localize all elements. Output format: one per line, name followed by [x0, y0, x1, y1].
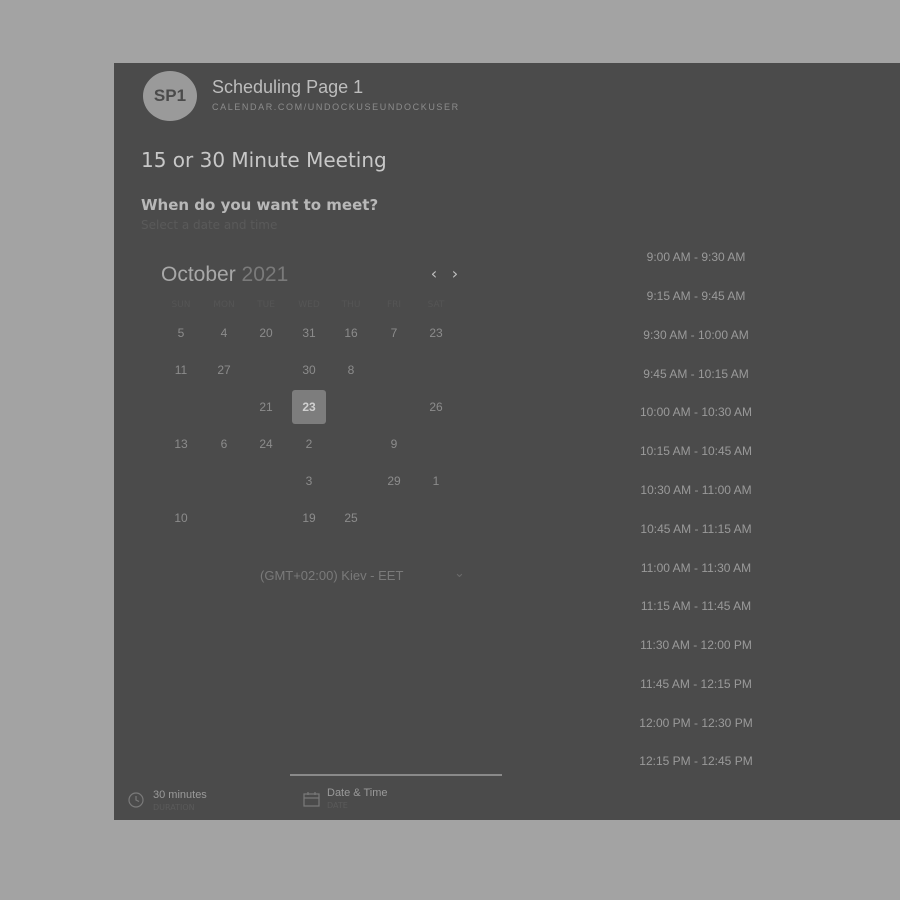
time-slot[interactable]: 10:15 AM - 10:45 AM	[626, 444, 766, 458]
weekday-thu: THU	[341, 300, 361, 310]
date-time-label: Date & Time	[327, 787, 388, 799]
weekday-sun: SUN	[171, 300, 191, 310]
time-slot[interactable]: 9:45 AM - 10:15 AM	[626, 367, 766, 381]
calendar-day[interactable]: 19	[292, 501, 326, 535]
time-slot[interactable]: 12:15 PM - 12:45 PM	[626, 754, 766, 768]
time-slot[interactable]: 10:00 AM - 10:30 AM	[626, 405, 766, 419]
time-slot[interactable]: 9:00 AM - 9:30 AM	[626, 250, 766, 264]
time-slot[interactable]: 9:30 AM - 10:00 AM	[626, 328, 766, 342]
calendar-day[interactable]: 1	[419, 464, 453, 498]
year-label: 2021	[241, 263, 289, 286]
calendar-day[interactable]: 27	[207, 353, 241, 387]
time-slot[interactable]: 9:15 AM - 9:45 AM	[626, 289, 766, 303]
weekday-fri: FRI	[386, 300, 402, 310]
calendar-day[interactable]: 6	[207, 427, 241, 461]
duration-label: 30 minutes	[153, 789, 207, 801]
active-step-indicator	[290, 774, 502, 776]
time-slot[interactable]: 11:15 AM - 11:45 AM	[626, 599, 766, 613]
calendar-day[interactable]: 24	[249, 427, 283, 461]
calendar-icon	[303, 792, 320, 807]
calendar-day[interactable]: 23	[419, 316, 453, 350]
calendar-day[interactable]: 2	[292, 427, 326, 461]
calendar-day[interactable]: 25	[334, 501, 368, 535]
time-slot[interactable]: 11:45 AM - 12:15 PM	[626, 677, 766, 691]
month-year-label: October 2021	[161, 263, 288, 287]
calendar-day[interactable]: 7	[377, 316, 411, 350]
calendar-day[interactable]: 10	[164, 501, 198, 535]
page-url[interactable]: CALENDAR.COM/UNDOCKUSEUNDOCKUSER	[212, 102, 460, 112]
chevron-right-icon: ›	[451, 264, 459, 283]
calendar-day[interactable]: 5	[164, 316, 198, 350]
time-slot[interactable]: 11:30 AM - 12:00 PM	[626, 638, 766, 652]
timezone-select[interactable]: (GMT+02:00) Kiev - EET	[260, 568, 403, 583]
calendar-day-selected[interactable]: 23	[292, 390, 326, 424]
calendar-day[interactable]: 8	[334, 353, 368, 387]
weekday-wed: WED	[298, 300, 320, 310]
chevron-left-icon: ‹	[430, 264, 438, 283]
meeting-title: 15 or 30 Minute Meeting	[141, 148, 387, 172]
calendar-day[interactable]: 13	[164, 427, 198, 461]
calendar-day[interactable]: 26	[419, 390, 453, 424]
clock-icon	[128, 792, 144, 808]
calendar-day[interactable]: 9	[377, 427, 411, 461]
date-time-sublabel: DATE	[327, 801, 348, 810]
calendar-day[interactable]: 4	[207, 316, 241, 350]
calendar-day[interactable]: 29	[377, 464, 411, 498]
calendar-day[interactable]: 11	[164, 353, 198, 387]
calendar-day[interactable]: 31	[292, 316, 326, 350]
hint-text: Select a date and time	[141, 218, 278, 232]
question-heading: When do you want to meet?	[141, 196, 379, 214]
weekday-sat: SAT	[427, 300, 445, 310]
prev-month-button[interactable]: ‹	[425, 264, 443, 284]
next-month-button[interactable]: ›	[446, 264, 464, 284]
calendar-day[interactable]: 30	[292, 353, 326, 387]
calendar-day[interactable]: 16	[334, 316, 368, 350]
weekday-tue: TUE	[257, 300, 275, 310]
time-slot[interactable]: 10:30 AM - 11:00 AM	[626, 483, 766, 497]
chevron-down-icon[interactable]: ⌄	[454, 566, 465, 581]
weekday-mon: MON	[213, 300, 235, 310]
time-slot[interactable]: 10:45 AM - 11:15 AM	[626, 522, 766, 536]
calendar-day[interactable]: 20	[249, 316, 283, 350]
time-slot[interactable]: 12:00 PM - 12:30 PM	[626, 716, 766, 730]
duration-sublabel: DURATION	[153, 803, 195, 812]
scheduling-panel: SP1 Scheduling Page 1 CALENDAR.COM/UNDOC…	[114, 63, 900, 820]
page-title: Scheduling Page 1	[212, 77, 364, 97]
avatar: SP1	[143, 71, 197, 121]
time-slot[interactable]: 11:00 AM - 11:30 AM	[626, 561, 766, 575]
calendar-day[interactable]: 3	[292, 464, 326, 498]
month-label: October	[161, 263, 236, 286]
calendar-day[interactable]: 21	[249, 390, 283, 424]
